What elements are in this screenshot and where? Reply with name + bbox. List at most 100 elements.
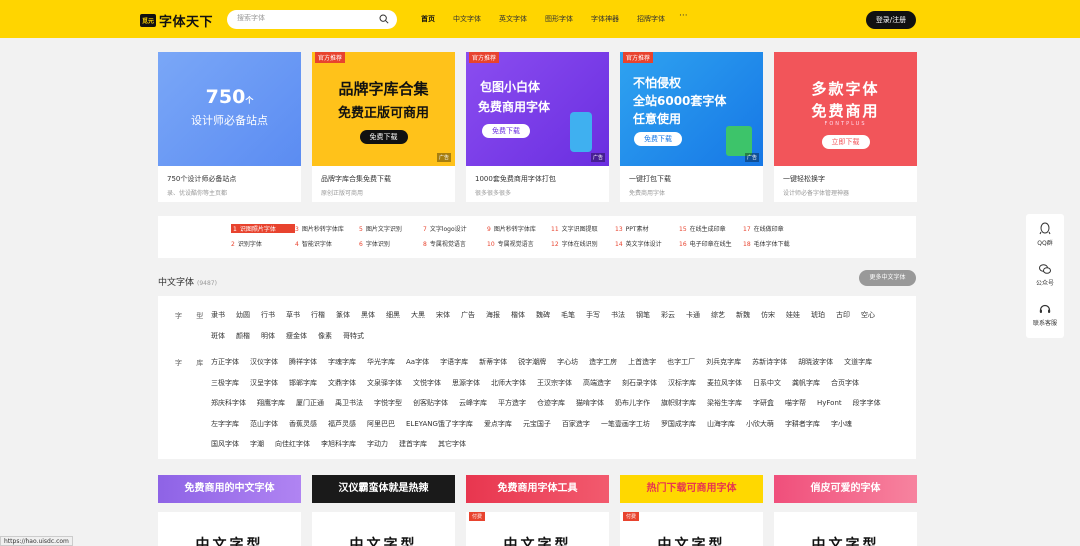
font-category-link[interactable]: 大黑 xyxy=(411,305,425,326)
font-category-link[interactable]: 邯郸字库 xyxy=(289,373,317,394)
ribbon-banner[interactable]: 热门下载可商用字体 xyxy=(620,475,763,503)
font-category-link[interactable]: 三极字库 xyxy=(211,373,239,394)
site-logo[interactable]: 觅元 字体天下 xyxy=(140,11,213,30)
hot-item[interactable]: 17 在线做印章 xyxy=(743,224,807,233)
font-category-link[interactable]: 字动力 xyxy=(367,434,388,455)
font-category-link[interactable]: 旗帜财字库 xyxy=(661,393,696,414)
hot-item[interactable]: 13 PPT素材 xyxy=(615,224,679,233)
font-category-link[interactable]: 新魏 xyxy=(736,305,750,326)
font-category-link[interactable]: 郑庆科字体 xyxy=(211,393,246,414)
font-category-link[interactable]: 字研盒 xyxy=(753,393,774,414)
font-category-link[interactable]: 幼圆 xyxy=(236,305,250,326)
font-category-link[interactable]: 魏碑 xyxy=(536,305,550,326)
font-category-link[interactable]: 字潮 xyxy=(250,434,264,455)
font-category-link[interactable]: 草书 xyxy=(286,305,300,326)
font-category-link[interactable]: 毛笔 xyxy=(561,305,575,326)
font-category-link[interactable]: 楷体 xyxy=(511,305,525,326)
free-download-button[interactable]: 免费下载 xyxy=(482,124,530,138)
font-category-link[interactable]: 王汉宗字体 xyxy=(537,373,572,394)
font-category-link[interactable]: 翔鹰字库 xyxy=(257,393,285,414)
font-category-link[interactable]: 行楷 xyxy=(311,305,325,326)
download-now-button[interactable]: 立即下载 xyxy=(821,135,870,149)
hot-item[interactable]: 11 文字识图提取 xyxy=(551,224,615,233)
font-category-link[interactable]: 钢笔 xyxy=(636,305,650,326)
font-category-link[interactable]: 元宝国子 xyxy=(523,414,551,435)
nav-font-tools[interactable]: 字体神器 xyxy=(591,14,619,24)
font-category-link[interactable]: 文道字库 xyxy=(844,352,872,373)
ribbon-banner[interactable]: 俏皮可爱的字体 xyxy=(774,475,917,503)
font-category-link[interactable]: 猫啃字体 xyxy=(576,393,604,414)
font-category-link[interactable]: 空心 xyxy=(861,305,875,326)
font-category-link[interactable]: 像素 xyxy=(318,326,332,347)
qq-group-link[interactable]: QQ群 xyxy=(1026,222,1064,247)
ribbon-banner[interactable]: 免费商用字体工具 xyxy=(466,475,609,503)
font-category-link[interactable]: 刘兵克字库 xyxy=(706,352,741,373)
font-category-link[interactable]: Aa字体 xyxy=(406,352,429,373)
font-category-link[interactable]: 颜楷 xyxy=(236,326,250,347)
font-category-link[interactable]: 仓迹字库 xyxy=(537,393,565,414)
font-category-link[interactable]: 斑体 xyxy=(211,326,225,347)
font-card[interactable]: 中文字型 xyxy=(774,512,917,546)
font-category-link[interactable]: 向佳红字体 xyxy=(275,434,310,455)
hot-item[interactable]: 6 字体识别 xyxy=(359,239,423,248)
font-category-link[interactable]: HyFont xyxy=(817,393,842,414)
nav-graphic-fonts[interactable]: 图形字体 xyxy=(545,14,573,24)
hot-item[interactable]: 5 图片文字识别 xyxy=(359,224,423,233)
font-category-link[interactable]: 篆体 xyxy=(336,305,350,326)
font-category-link[interactable]: 胡晓波字体 xyxy=(798,352,833,373)
hot-item[interactable]: 16 电子印章在线生 xyxy=(679,239,743,248)
font-card[interactable]: 付费 中文字型 xyxy=(620,512,763,546)
ribbon-banner[interactable]: 汉仪霸蛮体就是热辣 xyxy=(312,475,455,503)
font-category-link[interactable]: 罗国成字库 xyxy=(661,414,696,435)
font-category-link[interactable]: 高端造字 xyxy=(583,373,611,394)
hot-item[interactable]: 8 专属视觉语言 xyxy=(423,239,487,248)
hot-item[interactable]: 1 识图照片字体 xyxy=(231,224,295,233)
hot-item[interactable]: 3 图片秒转字体库 xyxy=(295,224,359,233)
font-category-link[interactable]: 汉标字库 xyxy=(668,373,696,394)
font-category-link[interactable]: 山海字库 xyxy=(707,414,735,435)
wechat-account-link[interactable]: 公众号 xyxy=(1026,262,1064,287)
font-category-link[interactable]: 字语字库 xyxy=(440,352,468,373)
banner-card[interactable]: 官方推荐 不怕侵权 全站6000套字体 任意使用 免费下载 广告 一键打包下载 … xyxy=(620,52,763,202)
font-category-link[interactable]: 锐字潮牌 xyxy=(518,352,546,373)
font-card[interactable]: 中文字型 xyxy=(312,512,455,546)
font-category-link[interactable]: 书法 xyxy=(611,305,625,326)
free-download-button[interactable]: 免费下载 xyxy=(634,132,682,146)
font-category-link[interactable]: 华光字库 xyxy=(367,352,395,373)
font-category-link[interactable]: 麦拉风字体 xyxy=(707,373,742,394)
font-category-link[interactable]: ELEYANG饿了字字库 xyxy=(406,414,473,435)
hot-item[interactable]: 10 专属视觉语言 xyxy=(487,239,551,248)
hot-item[interactable]: 4 智能识字体 xyxy=(295,239,359,248)
font-category-link[interactable]: 一笔壹画字工坊 xyxy=(601,414,650,435)
font-category-link[interactable]: 刻石录字体 xyxy=(622,373,657,394)
font-category-link[interactable]: 建首字库 xyxy=(399,434,427,455)
font-category-link[interactable]: 瘦金体 xyxy=(286,326,307,347)
free-download-button[interactable]: 免费下载 xyxy=(359,130,408,144)
font-category-link[interactable]: 字耕者字库 xyxy=(785,414,820,435)
font-category-link[interactable]: 合页字体 xyxy=(831,373,859,394)
font-category-link[interactable]: 思源字体 xyxy=(452,373,480,394)
font-category-link[interactable]: 小欣大萌 xyxy=(746,414,774,435)
font-category-link[interactable]: 也字工厂 xyxy=(667,352,695,373)
hot-item[interactable]: 18 毛体字体下载 xyxy=(743,239,807,248)
nav-signboard-fonts[interactable]: 招牌字体 xyxy=(637,14,665,24)
font-card[interactable]: 中文字型 xyxy=(158,512,301,546)
hot-item[interactable]: 15 在线生成印章 xyxy=(679,224,743,233)
font-category-link[interactable]: 创客贴字体 xyxy=(413,393,448,414)
nav-chinese-fonts[interactable]: 中文字体 xyxy=(453,14,481,24)
font-category-link[interactable]: 方正字体 xyxy=(211,352,239,373)
font-category-link[interactable]: 范山字体 xyxy=(250,414,278,435)
hot-item[interactable]: 12 字体在线识别 xyxy=(551,239,615,248)
font-category-link[interactable]: 厦门正通 xyxy=(296,393,324,414)
font-category-link[interactable]: 字小魂 xyxy=(831,414,852,435)
font-category-link[interactable]: 卡通 xyxy=(686,305,700,326)
font-category-link[interactable]: 李旭科字库 xyxy=(321,434,356,455)
font-category-link[interactable]: 福芦灵感 xyxy=(328,414,356,435)
customer-service-link[interactable]: 联系客服 xyxy=(1026,302,1064,327)
font-category-link[interactable]: 左字字库 xyxy=(211,414,239,435)
hot-item[interactable]: 7 文字logo设计 xyxy=(423,224,487,233)
font-category-link[interactable]: 百家造字 xyxy=(562,414,590,435)
font-card[interactable]: 付费 中文字型 xyxy=(466,512,609,546)
font-category-link[interactable]: 苏新诗字体 xyxy=(752,352,787,373)
font-category-link[interactable]: 汉呈字体 xyxy=(250,373,278,394)
